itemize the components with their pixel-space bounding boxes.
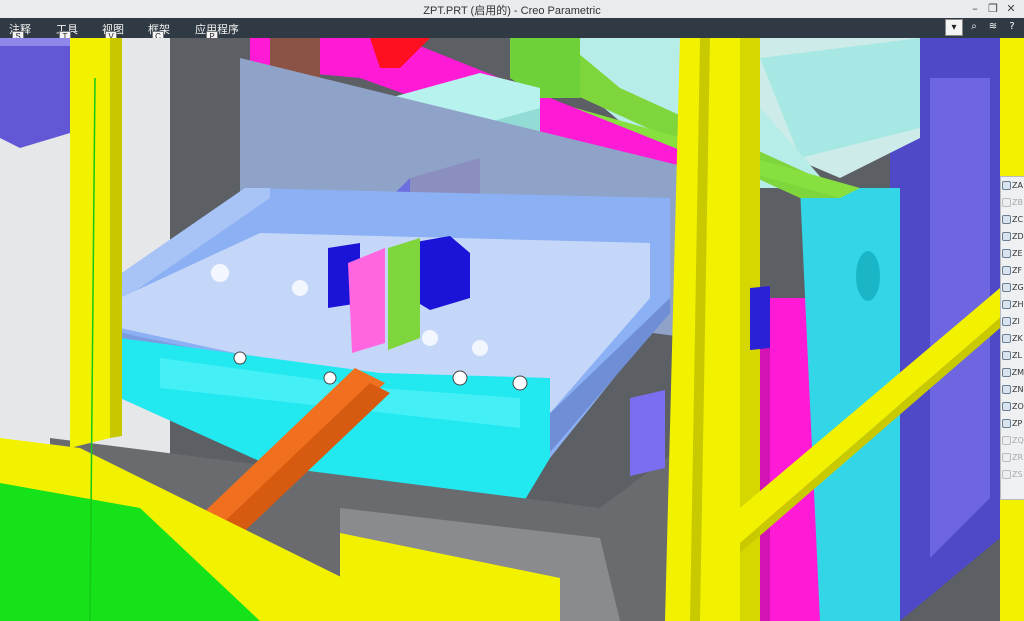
saved-view-item[interactable]: ZS bbox=[1001, 466, 1024, 483]
graphics-viewport[interactable] bbox=[0, 38, 1024, 621]
view-icon bbox=[1002, 436, 1011, 445]
saved-view-item[interactable]: ZD bbox=[1001, 228, 1024, 245]
view-icon bbox=[1002, 419, 1011, 428]
ribbon-tools: ▾ ⌕ ≋ ? bbox=[945, 19, 1020, 36]
view-icon bbox=[1002, 368, 1011, 377]
view-icon bbox=[1002, 266, 1011, 275]
saved-view-item[interactable]: ZM bbox=[1001, 364, 1024, 381]
view-icon bbox=[1002, 317, 1011, 326]
saved-view-item[interactable]: ZC bbox=[1001, 211, 1024, 228]
view-icon bbox=[1002, 181, 1011, 190]
saved-view-item[interactable]: ZR bbox=[1001, 449, 1024, 466]
ribbon-bar: 注释 S 工具 T 视图 V 框架 C 应用程序 P bbox=[0, 18, 1024, 43]
saved-view-item[interactable]: ZA bbox=[1001, 177, 1024, 194]
saved-view-item[interactable]: ZP bbox=[1001, 415, 1024, 432]
view-icon bbox=[1002, 470, 1011, 479]
yellow-column-left bbox=[70, 38, 110, 448]
view-icon bbox=[1002, 198, 1011, 207]
view-icon bbox=[1002, 385, 1011, 394]
saved-view-item[interactable]: ZI bbox=[1001, 313, 1024, 330]
view-icon bbox=[1002, 215, 1011, 224]
settings-icon[interactable]: ≋ bbox=[985, 19, 1001, 34]
model-view bbox=[0, 38, 1024, 621]
window-title: ZPT.PRT (启用的) - Creo Parametric bbox=[423, 5, 601, 17]
saved-view-item[interactable]: ZH bbox=[1001, 296, 1024, 313]
saved-view-item[interactable]: ZF bbox=[1001, 262, 1024, 279]
ribbon-dropdown-button[interactable]: ▾ bbox=[945, 19, 963, 36]
saved-view-item[interactable]: ZK bbox=[1001, 330, 1024, 347]
saved-view-item[interactable]: ZO bbox=[1001, 398, 1024, 415]
view-icon bbox=[1002, 351, 1011, 360]
view-icon bbox=[1002, 283, 1011, 292]
saved-view-item[interactable]: ZQ bbox=[1001, 432, 1024, 449]
title-bar: ZPT.PRT (启用的) - Creo Parametric – ❐ ✕ bbox=[0, 0, 1024, 19]
window-controls: – ❐ ✕ bbox=[966, 1, 1020, 17]
saved-view-item[interactable]: ZG bbox=[1001, 279, 1024, 296]
view-icon bbox=[1002, 249, 1011, 258]
view-icon bbox=[1002, 334, 1011, 343]
restore-button[interactable]: ❐ bbox=[984, 1, 1002, 17]
saved-views-toolbar: ZA ZB ZC ZD ZE ZF ZG ZH ZI ZK ZL ZM ZN Z… bbox=[1000, 176, 1024, 500]
view-icon bbox=[1002, 402, 1011, 411]
view-icon bbox=[1002, 300, 1011, 309]
view-icon bbox=[1002, 453, 1011, 462]
saved-view-item[interactable]: ZE bbox=[1001, 245, 1024, 262]
minimize-button[interactable]: – bbox=[966, 1, 984, 17]
saved-view-item[interactable]: ZN bbox=[1001, 381, 1024, 398]
close-button[interactable]: ✕ bbox=[1002, 1, 1020, 17]
view-icon bbox=[1002, 232, 1011, 241]
help-icon[interactable]: ? bbox=[1004, 19, 1020, 34]
saved-view-item[interactable]: ZB bbox=[1001, 194, 1024, 211]
search-icon[interactable]: ⌕ bbox=[966, 19, 982, 34]
saved-view-item[interactable]: ZL bbox=[1001, 347, 1024, 364]
